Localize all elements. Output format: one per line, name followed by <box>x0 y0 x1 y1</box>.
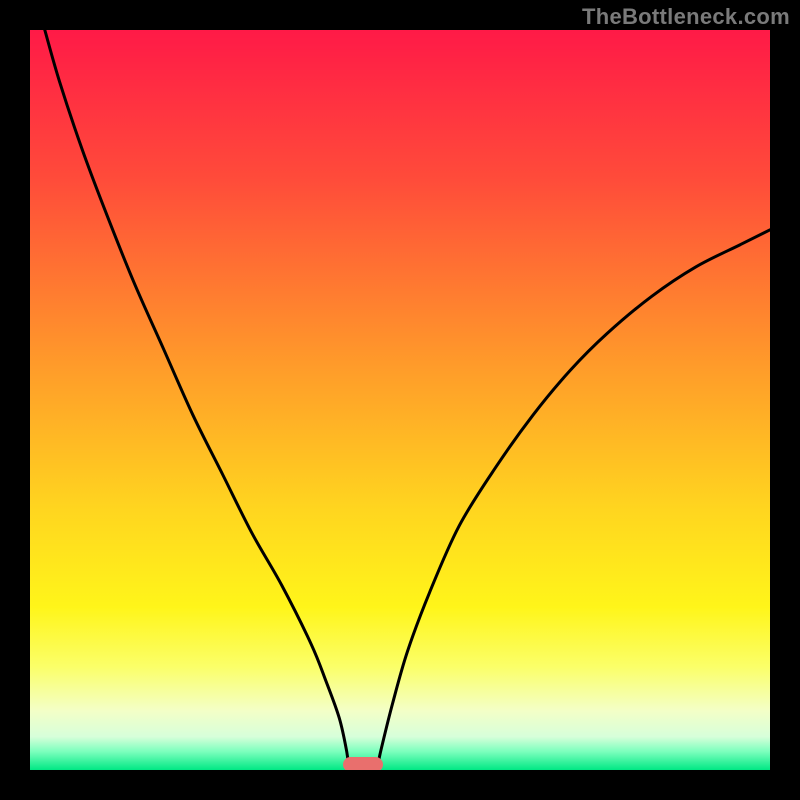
chart-frame: TheBottleneck.com <box>0 0 800 800</box>
watermark-text: TheBottleneck.com <box>582 4 790 30</box>
min-marker <box>343 757 384 770</box>
right-curve <box>30 30 770 770</box>
plot-area <box>30 30 770 770</box>
